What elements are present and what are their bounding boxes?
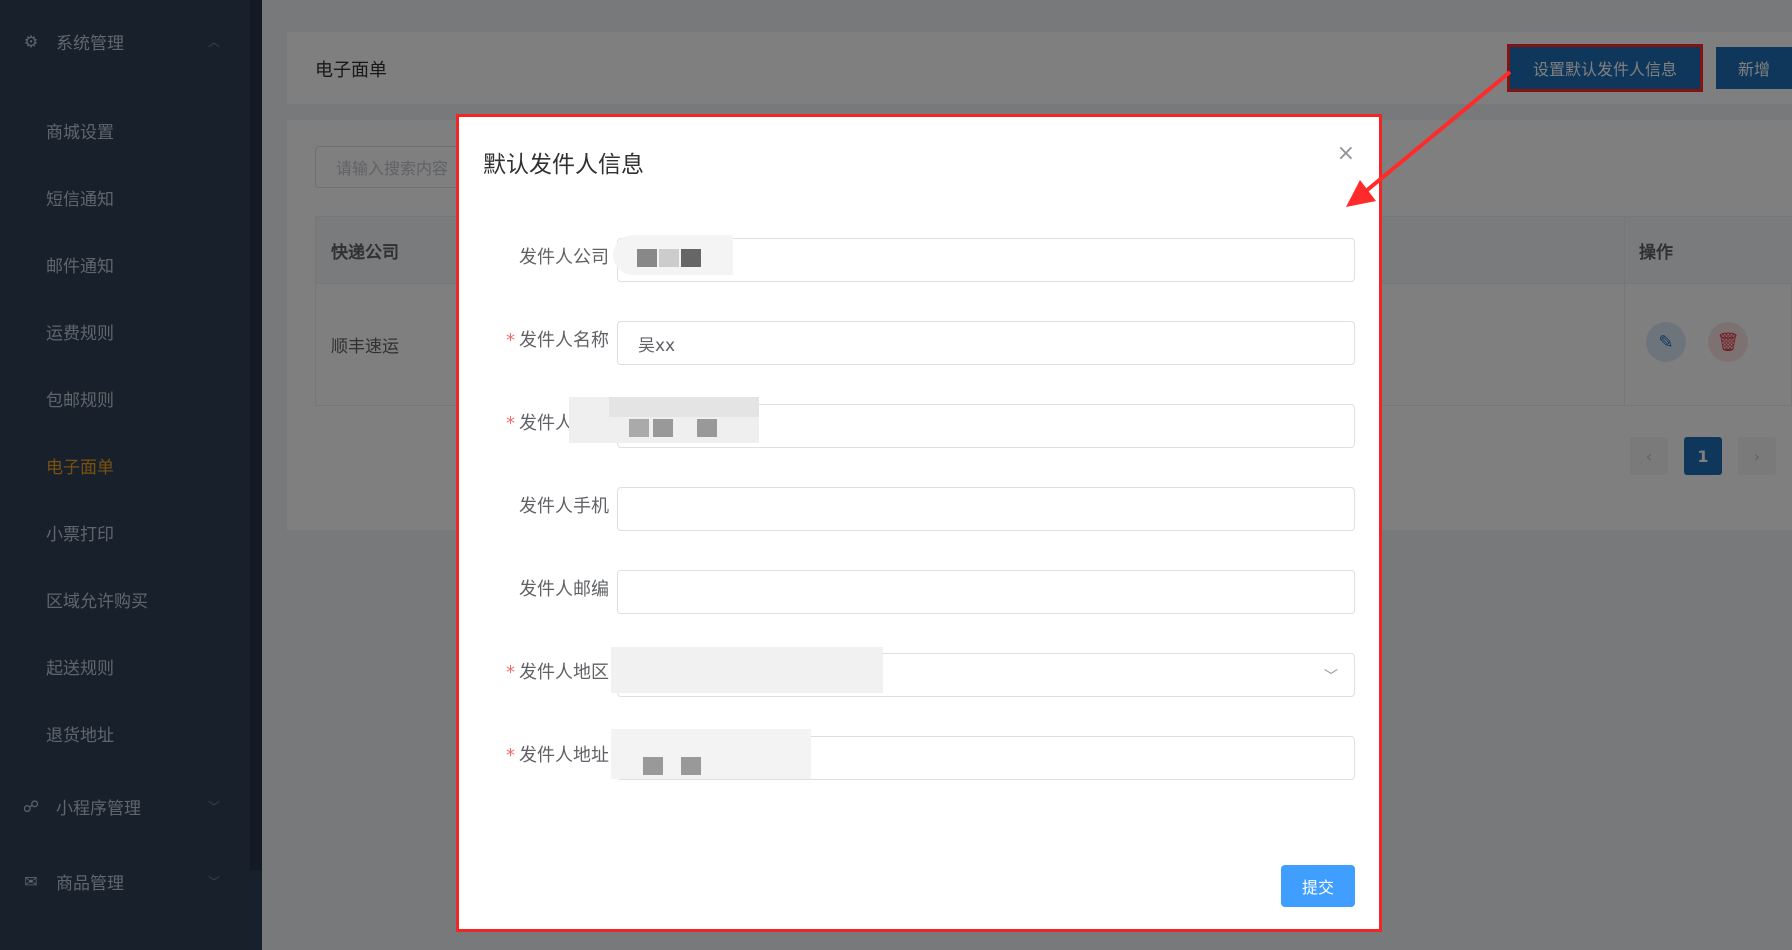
arrow-shaft — [1358, 70, 1512, 198]
annotation-arrow — [1346, 70, 1512, 207]
